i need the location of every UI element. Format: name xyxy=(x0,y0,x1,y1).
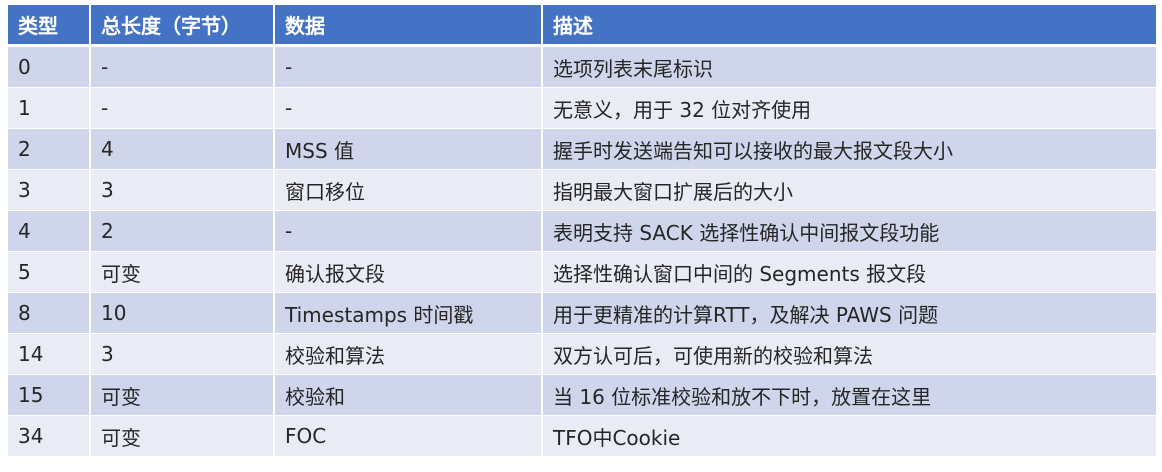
cell-description: 握手时发送端告知可以接收的最大报文段大小 xyxy=(542,128,1156,170)
cell-data: 校验和算法 xyxy=(274,333,543,375)
cell-data: - xyxy=(274,87,543,129)
cell-description: 选项列表末尾标识 xyxy=(542,45,1156,88)
cell-total-length: 2 xyxy=(90,210,275,252)
cell-total-length: 3 xyxy=(90,169,275,211)
cell-type: 4 xyxy=(8,210,91,252)
header-description: 描述 xyxy=(542,5,1156,47)
cell-description: 当 16 位标准校验和放不下时，放置在这里 xyxy=(542,374,1156,416)
cell-total-length: - xyxy=(90,87,275,129)
header-total-length: 总长度（字节） xyxy=(90,5,275,47)
table-row: 8 10 Timestamps 时间戳 用于更精准的计算RTT，及解决 PAWS… xyxy=(8,292,1156,334)
tcp-options-table: 类型 总长度（字节） 数据 描述 0 - - 选项列表末尾标识 1 - - 无意… xyxy=(8,5,1156,457)
header-type: 类型 xyxy=(8,5,91,47)
table-row: 1 - - 无意义，用于 32 位对齐使用 xyxy=(8,87,1156,129)
cell-data: Timestamps 时间戳 xyxy=(274,292,543,334)
cell-total-length: 10 xyxy=(90,292,275,334)
cell-description: 表明支持 SACK 选择性确认中间报文段功能 xyxy=(542,210,1156,252)
table-row: 2 4 MSS 值 握手时发送端告知可以接收的最大报文段大小 xyxy=(8,128,1156,170)
cell-description: 用于更精准的计算RTT，及解决 PAWS 问题 xyxy=(542,292,1156,334)
cell-total-length: 4 xyxy=(90,128,275,170)
table-row: 15 可变 校验和 当 16 位标准校验和放不下时，放置在这里 xyxy=(8,374,1156,416)
table-row: 4 2 - 表明支持 SACK 选择性确认中间报文段功能 xyxy=(8,210,1156,252)
cell-total-length: 可变 xyxy=(90,415,275,457)
cell-description: TFO中Cookie xyxy=(542,415,1156,457)
table-row: 34 可变 FOC TFO中Cookie xyxy=(8,415,1156,457)
cell-total-length: 可变 xyxy=(90,251,275,293)
cell-type: 8 xyxy=(8,292,91,334)
cell-data: FOC xyxy=(274,415,543,457)
header-data: 数据 xyxy=(274,5,543,47)
cell-total-length: - xyxy=(90,45,275,88)
cell-type: 15 xyxy=(8,374,91,416)
table-row: 14 3 校验和算法 双方认可后，可使用新的校验和算法 xyxy=(8,333,1156,375)
cell-type: 2 xyxy=(8,128,91,170)
cell-description: 指明最大窗口扩展后的大小 xyxy=(542,169,1156,211)
table-slide: 类型 总长度（字节） 数据 描述 0 - - 选项列表末尾标识 1 - - 无意… xyxy=(0,0,1162,472)
table-row: 5 可变 确认报文段 选择性确认窗口中间的 Segments 报文段 xyxy=(8,251,1156,293)
cell-type: 0 xyxy=(8,45,91,88)
cell-data: - xyxy=(274,45,543,88)
cell-type: 1 xyxy=(8,87,91,129)
cell-description: 无意义，用于 32 位对齐使用 xyxy=(542,87,1156,129)
cell-total-length: 可变 xyxy=(90,374,275,416)
cell-type: 3 xyxy=(8,169,91,211)
table-row: 0 - - 选项列表末尾标识 xyxy=(8,45,1156,88)
cell-total-length: 3 xyxy=(90,333,275,375)
cell-description: 选择性确认窗口中间的 Segments 报文段 xyxy=(542,251,1156,293)
cell-data: 校验和 xyxy=(274,374,543,416)
cell-data: 窗口移位 xyxy=(274,169,543,211)
cell-data: MSS 值 xyxy=(274,128,543,170)
cell-data: - xyxy=(274,210,543,252)
cell-data: 确认报文段 xyxy=(274,251,543,293)
table-row: 3 3 窗口移位 指明最大窗口扩展后的大小 xyxy=(8,169,1156,211)
cell-description: 双方认可后，可使用新的校验和算法 xyxy=(542,333,1156,375)
cell-type: 14 xyxy=(8,333,91,375)
cell-type: 34 xyxy=(8,415,91,457)
cell-type: 5 xyxy=(8,251,91,293)
table-header-row: 类型 总长度（字节） 数据 描述 xyxy=(8,5,1156,47)
